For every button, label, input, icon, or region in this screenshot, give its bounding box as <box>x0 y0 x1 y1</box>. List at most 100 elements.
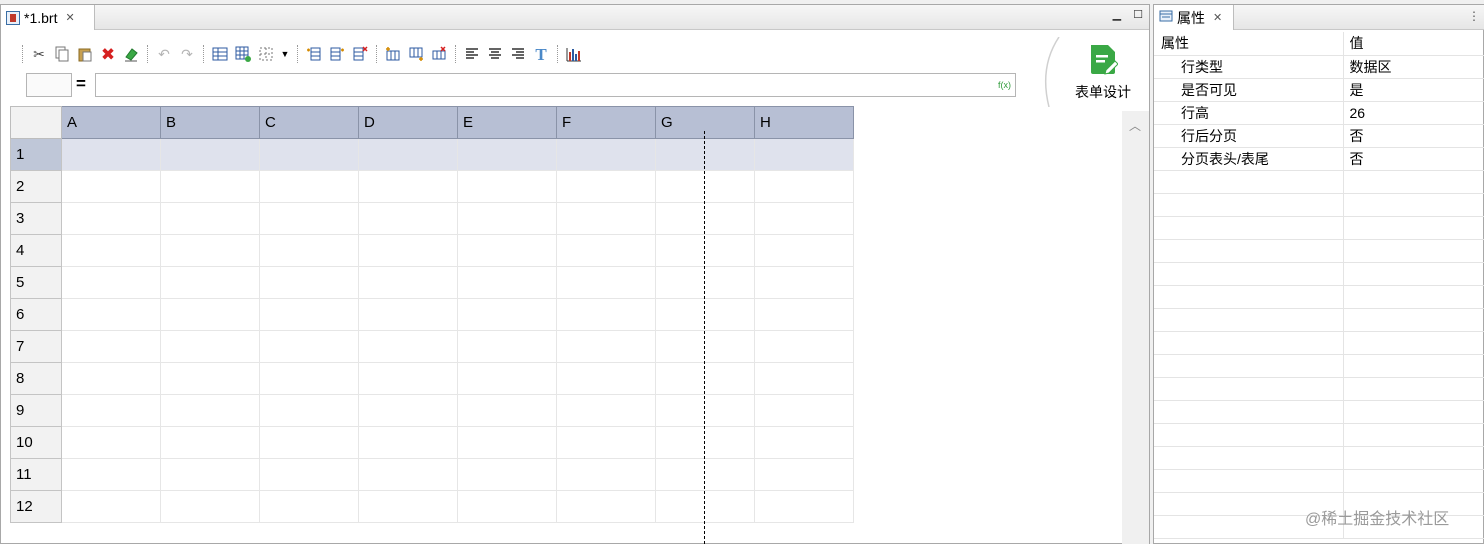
grid-cell[interactable] <box>259 170 359 203</box>
column-header[interactable]: H <box>754 106 854 139</box>
grid-cell[interactable] <box>61 330 161 363</box>
property-row[interactable]: 行类型 数据区 <box>1154 55 1484 79</box>
grid-cell[interactable] <box>160 394 260 427</box>
property-row[interactable]: 是否可见是 <box>1154 78 1484 102</box>
insert-row-below-icon[interactable] <box>406 44 426 64</box>
minimize-icon[interactable]: ▁ <box>1113 8 1121 21</box>
grid-cell[interactable] <box>61 266 161 299</box>
row-header[interactable]: 10 <box>10 426 62 459</box>
grid-cell[interactable] <box>358 490 458 523</box>
grid-cell[interactable] <box>259 202 359 235</box>
column-header[interactable]: B <box>160 106 260 139</box>
grid-cell[interactable] <box>61 458 161 491</box>
align-right-icon[interactable] <box>508 44 528 64</box>
grid-cell[interactable] <box>160 170 260 203</box>
grid-cell[interactable] <box>457 170 557 203</box>
insert-row-above-icon[interactable] <box>383 44 403 64</box>
grid-cell[interactable] <box>61 138 161 171</box>
grid-cell[interactable] <box>160 138 260 171</box>
column-header[interactable]: C <box>259 106 359 139</box>
insert-column-left-icon[interactable] <box>304 44 324 64</box>
delete-column-icon[interactable] <box>350 44 370 64</box>
grid-cell[interactable] <box>556 330 656 363</box>
grid-cell[interactable] <box>358 426 458 459</box>
grid-cell[interactable] <box>61 362 161 395</box>
row-header[interactable]: 4 <box>10 234 62 267</box>
add-table-icon[interactable] <box>233 44 253 64</box>
grid-cell[interactable] <box>457 266 557 299</box>
grid-cell[interactable] <box>754 458 854 491</box>
grid-cell[interactable] <box>457 234 557 267</box>
column-header[interactable]: F <box>556 106 656 139</box>
eraser-icon[interactable] <box>121 44 141 64</box>
grid-cell[interactable] <box>754 234 854 267</box>
grid-cell[interactable] <box>61 426 161 459</box>
property-value[interactable]: 是 <box>1343 78 1484 102</box>
grid-cell[interactable] <box>259 266 359 299</box>
grid-cell[interactable] <box>160 234 260 267</box>
grid-cell[interactable] <box>556 138 656 171</box>
grid-cell[interactable] <box>61 490 161 523</box>
form-design-button[interactable]: 表单设计 <box>1063 43 1143 103</box>
grid-cell[interactable] <box>160 202 260 235</box>
property-row[interactable]: 分页表头/表尾否 <box>1154 147 1484 171</box>
grid-cell[interactable] <box>457 426 557 459</box>
redo-icon[interactable]: ↷ <box>177 44 197 64</box>
grid-cell[interactable] <box>61 202 161 235</box>
grid-cell[interactable] <box>160 266 260 299</box>
grid-cell[interactable] <box>655 330 755 363</box>
grid-cell[interactable] <box>754 298 854 331</box>
grid-cell[interactable] <box>754 138 854 171</box>
grid-cell[interactable] <box>358 394 458 427</box>
grid-cell[interactable] <box>259 330 359 363</box>
align-left-icon[interactable] <box>462 44 482 64</box>
grid-cell[interactable] <box>457 298 557 331</box>
grid-cell[interactable] <box>457 394 557 427</box>
tab-properties[interactable]: 属性 ✕ <box>1154 5 1234 30</box>
grid-cell[interactable] <box>160 490 260 523</box>
grid-cell[interactable] <box>655 298 755 331</box>
vertical-scrollbar[interactable]: ︿ <box>1122 111 1149 544</box>
grid-cell[interactable] <box>358 298 458 331</box>
grid-cell[interactable] <box>556 202 656 235</box>
grid-cell[interactable] <box>160 426 260 459</box>
insert-table-icon[interactable] <box>210 44 230 64</box>
grid-cell[interactable] <box>457 330 557 363</box>
grid-cell[interactable] <box>556 234 656 267</box>
grid-corner[interactable] <box>10 106 62 139</box>
column-header[interactable]: D <box>358 106 458 139</box>
row-header[interactable]: 11 <box>10 458 62 491</box>
grid-cell[interactable] <box>259 394 359 427</box>
grid-cell[interactable] <box>358 202 458 235</box>
grid-cell[interactable] <box>61 170 161 203</box>
grid-cell[interactable] <box>457 490 557 523</box>
grid-cell[interactable] <box>358 234 458 267</box>
grid-cell[interactable] <box>358 138 458 171</box>
grid-cell[interactable] <box>457 362 557 395</box>
grid-cell[interactable] <box>754 170 854 203</box>
copy-icon[interactable] <box>52 44 72 64</box>
formula-input[interactable]: f(x) <box>95 73 1016 97</box>
grid-cell[interactable] <box>358 266 458 299</box>
grid-cell[interactable] <box>61 394 161 427</box>
grid-cell[interactable] <box>655 202 755 235</box>
grid-cell[interactable] <box>259 426 359 459</box>
column-header[interactable]: A <box>61 106 161 139</box>
grid-cell[interactable] <box>754 362 854 395</box>
grid-cell[interactable] <box>556 490 656 523</box>
grid-cell[interactable] <box>457 138 557 171</box>
grid-cell[interactable] <box>259 490 359 523</box>
grid-cell[interactable] <box>754 490 854 523</box>
close-icon[interactable]: ✕ <box>1213 11 1222 24</box>
grid-cell[interactable] <box>160 362 260 395</box>
row-header[interactable]: 5 <box>10 266 62 299</box>
grid-cell[interactable] <box>259 138 359 171</box>
grid-cell[interactable] <box>358 458 458 491</box>
grid-cell[interactable] <box>754 266 854 299</box>
scroll-up-icon[interactable]: ︿ <box>1129 117 1141 134</box>
row-header[interactable]: 9 <box>10 394 62 427</box>
column-header[interactable]: E <box>457 106 557 139</box>
grid-cell[interactable] <box>655 458 755 491</box>
delete-row-icon[interactable] <box>429 44 449 64</box>
grid-cell[interactable] <box>259 362 359 395</box>
